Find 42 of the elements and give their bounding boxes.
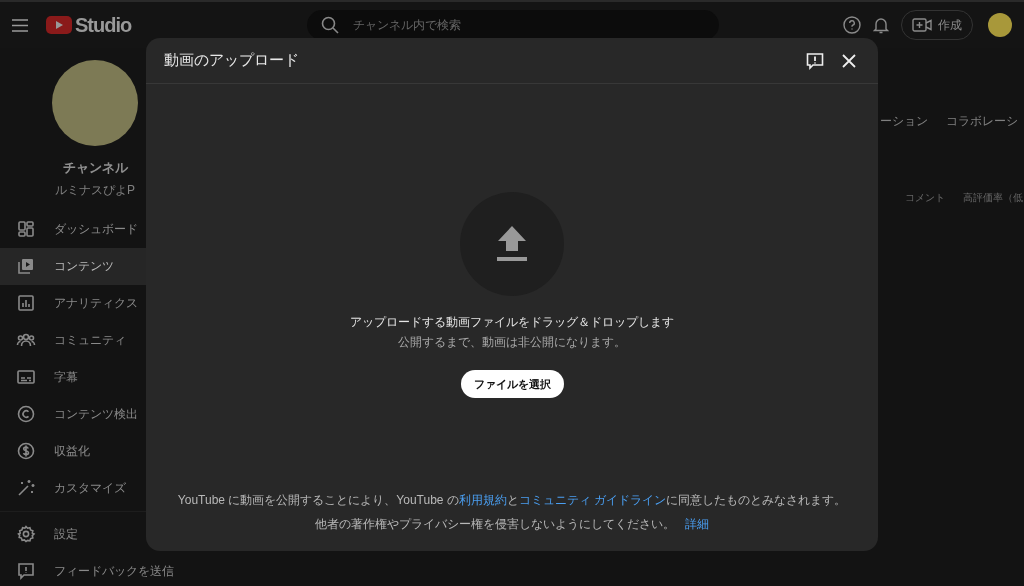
- dollar-icon: [16, 441, 36, 461]
- copyright-note: 他者の著作権やプライバシー権を侵害しないようにしてください。 詳細: [314, 516, 710, 533]
- select-file-button[interactable]: ファイルを選択: [460, 369, 564, 398]
- sidebar-item[interactable]: アナリティクス: [0, 284, 180, 322]
- tab[interactable]: ーション: [880, 112, 928, 130]
- channel-title: チャンネル: [62, 159, 128, 177]
- feedback-icon: [16, 561, 36, 581]
- dialog-title: 動画のアップロード: [164, 50, 299, 71]
- play-logo-icon: [46, 16, 72, 34]
- search-field[interactable]: チャンネル内で検索: [307, 10, 720, 40]
- bell-icon[interactable]: [873, 16, 889, 34]
- copyright-icon: [16, 404, 36, 424]
- tab[interactable]: コラボレーシ: [946, 112, 1018, 130]
- link[interactable]: 詳細: [685, 517, 709, 531]
- sidebar-item[interactable]: 収益化: [0, 432, 180, 470]
- sidebar-item[interactable]: コミュニティ: [0, 321, 180, 359]
- bar-chart-icon: [16, 293, 36, 313]
- help-icon[interactable]: [843, 16, 861, 34]
- channel-name: ルミナスぴよP: [55, 181, 135, 199]
- sidebar-item[interactable]: 設定: [0, 515, 180, 553]
- sidebar-item[interactable]: コンテンツ検出: [0, 395, 180, 433]
- avatar[interactable]: [988, 13, 1012, 37]
- subtitles-icon: [16, 367, 36, 387]
- sidebar-item[interactable]: フィードバックを送信: [0, 552, 180, 586]
- logo-text: Studio: [75, 13, 132, 38]
- dashboard-icon: [16, 219, 36, 239]
- search-icon: [321, 16, 340, 34]
- settings-icon: [16, 524, 36, 544]
- sidebar-item[interactable]: 字幕: [0, 358, 180, 396]
- terms-text: YouTube に動画を公開することにより、YouTube の利用規約 と コミュニティ ガイドラインに同意したものとみなされます。: [176, 492, 848, 509]
- sidebar-item[interactable]: ダッシュボード: [0, 210, 180, 248]
- add-video-icon: [912, 18, 932, 32]
- menu-icon[interactable]: [12, 18, 28, 32]
- upload-icon: [496, 224, 528, 264]
- privacy-note: 公開するまで、動画は非公開になります。: [398, 335, 626, 351]
- link[interactable]: コミュニティ ガイドライン: [518, 493, 667, 507]
- video-library-icon: [16, 256, 36, 276]
- drop-instruction: アップロードする動画ファイルをドラッグ＆ドロップします: [350, 315, 674, 330]
- magic-wand-icon: [16, 478, 36, 498]
- link[interactable]: 利用規約: [458, 493, 507, 507]
- column-header: コメント: [905, 191, 945, 205]
- column-header: 高評価率（低: [963, 191, 1023, 205]
